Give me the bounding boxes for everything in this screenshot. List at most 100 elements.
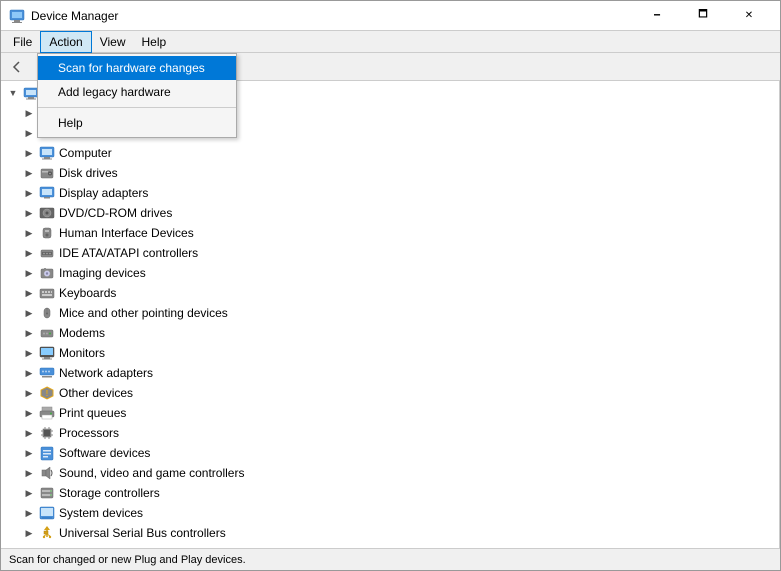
other-icon: ! xyxy=(39,385,55,401)
expand-hid[interactable]: ▶ xyxy=(21,225,37,241)
expand-mice[interactable]: ▶ xyxy=(21,305,37,321)
ide-icon xyxy=(39,245,55,261)
dropdown-item-legacy[interactable]: Add legacy hardware xyxy=(38,80,236,104)
expand-other[interactable]: ▶ xyxy=(21,385,37,401)
tree-item-storage[interactable]: ▶ Storage controllers xyxy=(1,483,779,503)
expand-processors[interactable]: ▶ xyxy=(21,425,37,441)
keyboards-label: Keyboards xyxy=(59,286,116,300)
hid-label: Human Interface Devices xyxy=(59,226,194,240)
tree-item-modems[interactable]: ▶ Modems xyxy=(1,323,779,343)
tree-item-display[interactable]: ▶ Display adapters xyxy=(1,183,779,203)
dropdown-item-help[interactable]: Help xyxy=(38,111,236,135)
minimize-button[interactable]: 🗕 xyxy=(634,1,680,31)
tree-item-computer[interactable]: ▶ Computer xyxy=(1,143,779,163)
window-controls: 🗕 🗖 ✕ xyxy=(634,1,772,31)
print-icon xyxy=(39,405,55,421)
expand-disk[interactable]: ▶ xyxy=(21,165,37,181)
device-tree[interactable]: ▼ DESKTOP-PC ▶ xyxy=(1,81,780,548)
title-bar-left: Device Manager xyxy=(9,8,118,24)
display-label: Display adapters xyxy=(59,186,148,200)
sound-icon xyxy=(39,465,55,481)
menu-bar: File Action View Help Scan for hardware … xyxy=(1,31,780,53)
tree-item-imaging[interactable]: ▶ Imaging devices xyxy=(1,263,779,283)
status-text: Scan for changed or new Plug and Play de… xyxy=(9,554,246,566)
close-button[interactable]: ✕ xyxy=(726,1,772,31)
tree-item-software[interactable]: ▶ Software devices xyxy=(1,443,779,463)
expand-imaging[interactable]: ▶ xyxy=(21,265,37,281)
computer-label: Computer xyxy=(59,146,112,160)
imaging-label: Imaging devices xyxy=(59,266,146,280)
expand-storage[interactable]: ▶ xyxy=(21,485,37,501)
expand-print[interactable]: ▶ xyxy=(21,405,37,421)
expand-dvd[interactable]: ▶ xyxy=(21,205,37,221)
expand-batteries[interactable]: ▶ xyxy=(21,105,37,121)
menu-action[interactable]: Action xyxy=(40,31,91,53)
tree-item-other[interactable]: ▶ ! Other devices xyxy=(1,383,779,403)
tree-item-system[interactable]: ▶ System devices xyxy=(1,503,779,523)
expand-sound[interactable]: ▶ xyxy=(21,465,37,481)
display-icon xyxy=(39,185,55,201)
expand-system[interactable]: ▶ xyxy=(21,505,37,521)
tree-item-keyboards[interactable]: ▶ Keyboards xyxy=(1,283,779,303)
tree-item-ide[interactable]: ▶ IDE ATA/ATAPI controllers xyxy=(1,243,779,263)
dropdown-item-scan[interactable]: Scan for hardware changes xyxy=(38,56,236,80)
system-label: System devices xyxy=(59,506,143,520)
title-bar: Device Manager 🗕 🗖 ✕ xyxy=(1,1,780,31)
expand-software[interactable]: ▶ xyxy=(21,445,37,461)
expand-ide[interactable]: ▶ xyxy=(21,245,37,261)
expand-network[interactable]: ▶ xyxy=(21,365,37,381)
other-label: Other devices xyxy=(59,386,133,400)
expand-bluetooth[interactable]: ▶ xyxy=(21,125,37,141)
storage-label: Storage controllers xyxy=(59,486,160,500)
tree-item-print[interactable]: ▶ Print queues xyxy=(1,403,779,423)
imaging-icon xyxy=(39,265,55,281)
expand-monitors[interactable]: ▶ xyxy=(21,345,37,361)
window-title: Device Manager xyxy=(31,9,118,23)
usb-icon xyxy=(39,525,55,541)
mice-label: Mice and other pointing devices xyxy=(59,306,228,320)
tree-item-mice[interactable]: ▶ Mice and other pointing devices xyxy=(1,303,779,323)
tree-item-sound[interactable]: ▶ Sound, video and game controllers xyxy=(1,463,779,483)
expand-computer[interactable]: ▶ xyxy=(21,145,37,161)
network-icon xyxy=(39,365,55,381)
back-icon xyxy=(10,60,24,74)
svg-text:!: ! xyxy=(46,389,49,398)
menu-view[interactable]: View xyxy=(92,31,134,53)
monitors-label: Monitors xyxy=(59,346,105,360)
print-label: Print queues xyxy=(59,406,126,420)
tree-item-processors[interactable]: ▶ Processors xyxy=(1,423,779,443)
dvd-label: DVD/CD-ROM drives xyxy=(59,206,172,220)
storage-icon xyxy=(39,485,55,501)
dvd-icon xyxy=(39,205,55,221)
tree-item-usb[interactable]: ▶ Universal Serial Bus controllers xyxy=(1,523,779,543)
menu-help[interactable]: Help xyxy=(134,31,175,53)
tree-item-monitors[interactable]: ▶ Monitors xyxy=(1,343,779,363)
software-label: Software devices xyxy=(59,446,150,460)
network-label: Network adapters xyxy=(59,366,153,380)
expand-keyboards[interactable]: ▶ xyxy=(21,285,37,301)
modems-icon xyxy=(39,325,55,341)
expand-usb[interactable]: ▶ xyxy=(21,525,37,541)
app-icon xyxy=(9,8,25,24)
tree-item-disk[interactable]: ▶ Disk drives xyxy=(1,163,779,183)
device-manager-window: Device Manager 🗕 🗖 ✕ File Action View He… xyxy=(0,0,781,571)
status-bar: Scan for changed or new Plug and Play de… xyxy=(1,548,780,570)
processors-icon xyxy=(39,425,55,441)
toolbar-back-button[interactable] xyxy=(5,56,29,78)
expand-display[interactable]: ▶ xyxy=(21,185,37,201)
usb-label: Universal Serial Bus controllers xyxy=(59,526,226,540)
menu-file[interactable]: File xyxy=(5,31,40,53)
disk-label: Disk drives xyxy=(59,166,118,180)
main-content: ▼ DESKTOP-PC ▶ xyxy=(1,81,780,548)
expand-root[interactable]: ▼ xyxy=(5,85,21,101)
action-dropdown: Scan for hardware changes Add legacy har… xyxy=(37,53,237,138)
expand-modems[interactable]: ▶ xyxy=(21,325,37,341)
maximize-button[interactable]: 🗖 xyxy=(680,1,726,31)
tree-item-network[interactable]: ▶ Network adapters xyxy=(1,363,779,383)
mice-icon xyxy=(39,305,55,321)
modems-label: Modems xyxy=(59,326,105,340)
tree-item-dvd[interactable]: ▶ DVD/CD-ROM drives xyxy=(1,203,779,223)
dropdown-divider xyxy=(38,107,236,108)
tree-item-hid[interactable]: ▶ Human Interface Devices xyxy=(1,223,779,243)
processors-label: Processors xyxy=(59,426,119,440)
